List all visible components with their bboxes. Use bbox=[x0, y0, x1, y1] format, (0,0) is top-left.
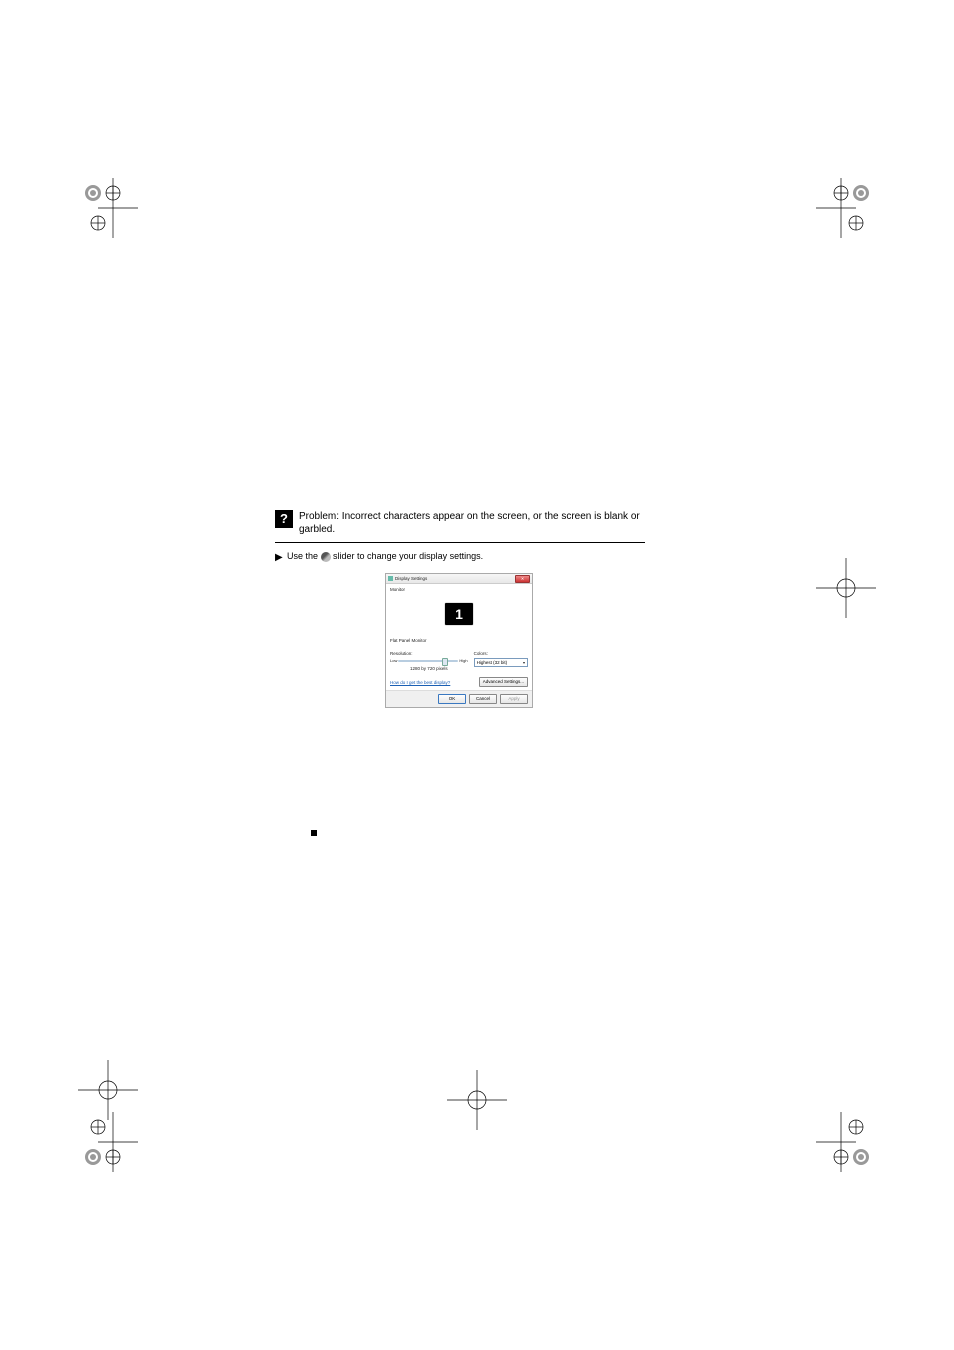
troubleshoot-question-text: Problem: Incorrect characters appear on … bbox=[299, 510, 645, 536]
display-settings-dialog: Display Settings ✕ Monitor 1 Flat Panel … bbox=[385, 573, 533, 708]
document-content: ? Problem: Incorrect characters appear o… bbox=[275, 510, 645, 836]
apply-button[interactable]: Apply bbox=[500, 694, 528, 704]
troubleshoot-question-row: ? Problem: Incorrect characters appear o… bbox=[275, 510, 645, 543]
registration-mark bbox=[816, 1112, 876, 1172]
registration-mark bbox=[78, 1060, 138, 1120]
dialog-title: Display Settings bbox=[395, 576, 515, 581]
monitor-preview: 1 bbox=[390, 595, 528, 633]
resolution-label: Resolution: bbox=[390, 651, 468, 656]
registration-mark bbox=[78, 178, 138, 238]
advanced-settings-button[interactable]: Advanced Settings... bbox=[479, 677, 528, 687]
help-link[interactable]: How do I get the best display? bbox=[390, 680, 450, 685]
cancel-button[interactable]: Cancel bbox=[469, 694, 497, 704]
monitor-name: Flat Panel Monitor bbox=[390, 638, 528, 643]
power-profile-icon bbox=[321, 552, 331, 562]
colors-value: Highest (32 bit) bbox=[477, 660, 508, 665]
colors-select[interactable]: Highest (32 bit) ▾ bbox=[474, 658, 528, 667]
slider-high-label: High bbox=[459, 658, 467, 663]
chevron-down-icon: ▾ bbox=[523, 660, 525, 665]
monitor-number[interactable]: 1 bbox=[445, 603, 473, 625]
troubleshoot-solution-row: ▶ Use the slider to change your display … bbox=[275, 551, 645, 563]
play-arrow-icon: ▶ bbox=[275, 551, 287, 563]
ok-button[interactable]: OK bbox=[438, 694, 466, 704]
question-mark-icon: ? bbox=[275, 510, 293, 528]
colors-label: Colors: bbox=[474, 651, 528, 656]
registration-mark bbox=[78, 1112, 138, 1172]
slider-low-label: Low bbox=[390, 658, 397, 663]
dialog-title-icon bbox=[388, 576, 393, 581]
resolution-slider[interactable]: Low High bbox=[390, 658, 468, 663]
square-bullet-icon bbox=[311, 830, 317, 836]
registration-mark bbox=[447, 1070, 507, 1130]
bullet-row bbox=[275, 828, 645, 836]
registration-mark bbox=[816, 558, 876, 618]
close-button[interactable]: ✕ bbox=[515, 575, 530, 583]
registration-mark bbox=[816, 178, 876, 238]
troubleshoot-solution-text: Use the slider to change your display se… bbox=[287, 551, 483, 563]
resolution-value: 1280 by 720 pixels bbox=[390, 666, 468, 671]
dialog-tab-label[interactable]: Monitor bbox=[390, 587, 528, 592]
dialog-titlebar: Display Settings ✕ bbox=[386, 574, 532, 584]
